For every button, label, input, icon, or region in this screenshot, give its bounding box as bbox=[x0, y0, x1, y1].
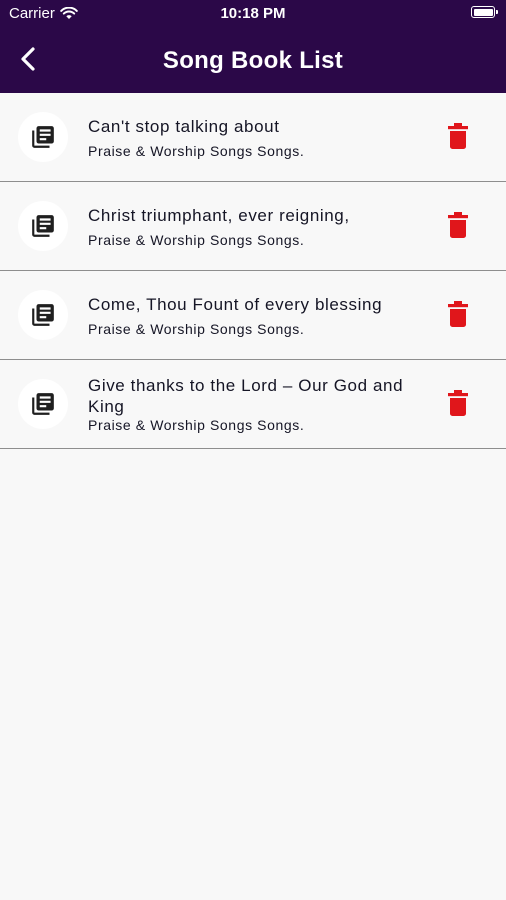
song-subtitle: Praise & Worship Songs Songs. bbox=[88, 142, 305, 159]
library-books-icon bbox=[18, 201, 68, 251]
chevron-left-icon[interactable] bbox=[14, 44, 44, 74]
header: Carrier 10:18 PM Song Book List bbox=[0, 0, 506, 93]
song-title: Give thanks to the Lord – Our God and Ki… bbox=[88, 376, 404, 416]
song-title: Can't stop talking about bbox=[88, 116, 280, 136]
trash-icon[interactable] bbox=[448, 123, 468, 149]
battery-icon bbox=[471, 6, 498, 18]
song-list: Can't stop talking about Praise & Worshi… bbox=[0, 93, 506, 449]
trash-icon[interactable] bbox=[448, 212, 468, 238]
song-text: Come, Thou Fount of every blessing Prais… bbox=[88, 294, 418, 337]
song-text: Christ triumphant, ever reigning, Praise… bbox=[88, 205, 418, 248]
trash-icon[interactable] bbox=[448, 390, 468, 416]
status-time: 10:18 PM bbox=[220, 5, 286, 22]
library-books-icon bbox=[18, 112, 68, 162]
song-title: Christ triumphant, ever reigning, bbox=[88, 205, 350, 225]
song-text: Give thanks to the Lord – Our God and Ki… bbox=[88, 375, 418, 433]
navbar: Song Book List bbox=[0, 28, 506, 93]
status-bar: Carrier 10:18 PM bbox=[0, 0, 506, 28]
song-subtitle: Praise & Worship Songs Songs. bbox=[88, 320, 305, 337]
page-title: Song Book List bbox=[162, 46, 344, 74]
song-text: Can't stop talking about Praise & Worshi… bbox=[88, 116, 418, 159]
list-item[interactable]: Come, Thou Fount of every blessing Prais… bbox=[0, 271, 506, 360]
list-item[interactable]: Christ triumphant, ever reigning, Praise… bbox=[0, 182, 506, 271]
song-title: Come, Thou Fount of every blessing bbox=[88, 294, 383, 314]
library-books-icon bbox=[18, 379, 68, 429]
library-books-icon bbox=[18, 290, 68, 340]
list-item[interactable]: Can't stop talking about Praise & Worshi… bbox=[0, 93, 506, 182]
song-subtitle: Praise & Worship Songs Songs. bbox=[88, 417, 305, 433]
trash-icon[interactable] bbox=[448, 301, 468, 327]
song-subtitle: Praise & Worship Songs Songs. bbox=[88, 231, 305, 248]
list-item[interactable]: Give thanks to the Lord – Our God and Ki… bbox=[0, 360, 506, 449]
